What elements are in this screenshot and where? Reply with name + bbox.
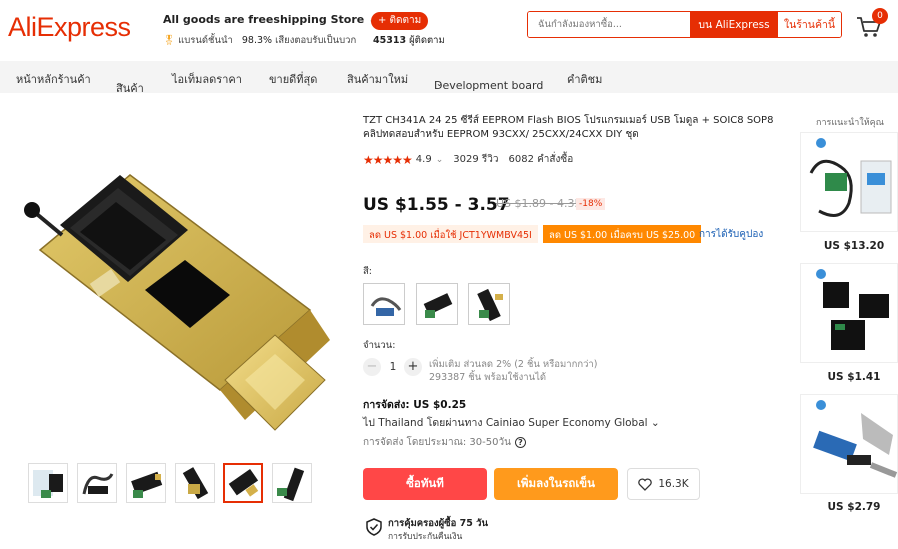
quantity-value[interactable]: 1 [388,361,398,373]
discount-badge: -18% [576,198,606,210]
product-thumbnail-selected[interactable] [223,463,263,503]
color-variant[interactable] [468,283,510,325]
recommended-product-image[interactable] [800,132,898,232]
quantity-label: จำนวน: [363,340,396,351]
color-variant[interactable] [416,283,458,325]
original-price: US $1.89 - 4.35 [496,197,582,210]
recommended-product-image[interactable] [800,394,898,494]
color-label: สี: [363,266,372,277]
follow-button[interactable]: + ติดตาม [371,12,429,30]
medal-icon: 🎖 [163,35,176,46]
shipping-estimate: การจัดส่ง โดยประมาณ: 30-50วัน ? [363,435,526,450]
product-thumbnail[interactable] [28,463,68,503]
color-variant[interactable] [363,283,405,325]
store-name[interactable]: All goods are freeshipping Store ⌄ [163,13,377,26]
product-thumbnail[interactable] [77,463,117,503]
recommended-product-image[interactable] [800,263,898,363]
stock-info: 293387 ชิ้น พร้อมใช้งานได้ [429,372,547,383]
reviews-count[interactable]: 3029 รีวิว [453,152,498,167]
product-thumbnail[interactable] [272,463,312,503]
nav-store-home[interactable]: หน้าหลักร้านค้า [16,70,91,88]
quantity-increase-button[interactable]: + [404,358,422,376]
search-store-button[interactable]: ในร้านค้านี้ [778,12,841,37]
nav-best-selling[interactable]: ขายดีที่สุด [269,70,317,88]
cart-count-badge: 0 [872,8,888,24]
quantity-decrease-button[interactable]: − [363,358,381,376]
brand-label: แบรนด์ชั้นนำ [178,35,233,46]
search-aliexpress-button[interactable]: บน AliExpress [690,12,778,37]
feedback-percent: 98.3% [241,35,273,46]
nav-feedback[interactable]: คำติชม [567,70,602,88]
price: US $1.55 - 3.57 [363,195,510,215]
product-thumbnail[interactable] [126,463,166,503]
add-to-cart-button[interactable]: เพิ่มลงในรถเข็น [494,468,618,500]
store-meta: 🎖 แบรนด์ชั้นนำ 98.3% เสียงตอบรับเป็นบวก [163,33,356,48]
rating-row: ★★★★★ 4.9 ⌄ 3029 รีวิว 6082 คำสั่งซื้อ [363,152,573,167]
wishlist-count: 16.3K [658,478,689,490]
wishlist-button[interactable]: 16.3K [627,468,700,500]
chevron-down-icon: ⌄ [118,79,125,88]
buy-now-button[interactable]: ซื้อทันที [363,468,487,500]
product-main-image[interactable] [10,140,330,450]
shipping-method-selector[interactable]: ไป Thailand โดยผ่านทาง Cainiao Super Eco… [363,414,660,431]
product-thumbnail[interactable] [175,463,215,503]
recommended-price: US $2.79 [827,501,881,513]
rating-stars: ★★★★★ [363,152,413,167]
feedback-label: เสียงตอบรับเป็นบวก [275,35,357,46]
recommended-price: US $13.20 [823,240,885,252]
search-input[interactable] [528,12,690,37]
shield-check-icon [366,518,382,536]
help-icon[interactable]: ? [514,437,526,448]
buyer-protection-subtitle: การรับประกันคืนเงิน [388,532,463,542]
followers: 45313 ผู้ติดตาม [373,35,445,46]
nav-sale-items[interactable]: ไอเท็มลดราคา [172,70,242,88]
nav-new-arrivals[interactable]: สินค้ามาใหม่ [347,70,408,88]
rating-value[interactable]: 4.9 [416,154,432,165]
coupon-code[interactable]: ลด US $1.00 เมื่อใช้ JCT1YWMBV45I [363,225,538,243]
search-bar: บน AliExpress ในร้านค้านี้ [527,11,842,38]
recommendations-title: การแนะนำให้คุณ [816,118,885,128]
store-coupon[interactable]: ลด US $1.00 เมื่อครบ US $25.00 [543,225,702,243]
product-title: TZT CH341A 24 25 ซีรีส์ EEPROM Flash BIO… [363,115,774,140]
chevron-down-icon: ⌄ [435,154,444,165]
aliexpress-logo[interactable]: AliExpress [8,12,131,43]
recommended-price: US $1.41 [827,371,881,383]
heart-icon [638,477,653,491]
orders-count: 6082 คำสั่งซื้อ [508,154,574,165]
store-nav: หน้าหลักร้านค้า สินค้า ⌄ ไอเท็มลดราคา ขาย… [0,61,898,95]
get-coupons-link[interactable]: การได้รับคูปอง [699,227,763,242]
shipping-cost: การจัดส่ง: US $0.25 [363,399,467,411]
chevron-down-icon: ⌄ [436,79,443,88]
